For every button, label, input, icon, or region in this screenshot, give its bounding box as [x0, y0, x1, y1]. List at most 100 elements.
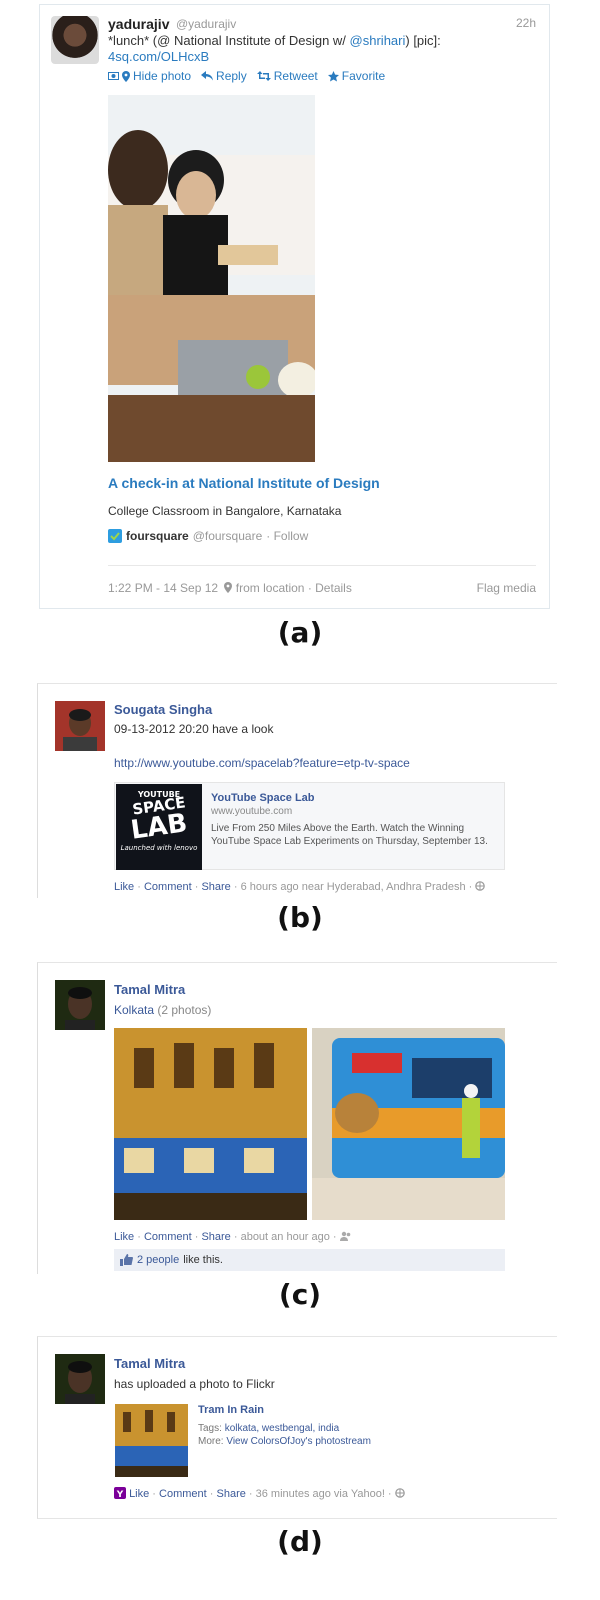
post-footer: Like · Comment · Share · 6 hours ago nea…	[114, 881, 486, 893]
checkin-title[interactable]: A check-in at National Institute of Desi…	[108, 475, 380, 491]
tags-links[interactable]: kolkata, westbengal, india	[225, 1423, 340, 1434]
location-link[interactable]: from location	[236, 581, 305, 595]
tweet-time[interactable]: 22h	[516, 16, 536, 30]
like-button[interactable]: Like	[129, 1488, 149, 1500]
album-photo-2[interactable]	[312, 1028, 505, 1220]
preview-domain: www.youtube.com	[211, 806, 293, 817]
retweet-icon	[256, 71, 271, 81]
tweet-text-part2: ) [pic]:	[405, 33, 441, 48]
building-tram-image	[114, 1028, 307, 1220]
tweet-photo[interactable]	[108, 95, 315, 462]
post-meta: · about an hour ago ·	[233, 1231, 337, 1243]
author-name[interactable]: Tamal Mitra	[114, 982, 185, 997]
reply-icon	[201, 71, 214, 81]
facebook-post-link: Sougata Singha 09-13-2012 20:20 have a l…	[37, 683, 557, 898]
details-link[interactable]: · Details	[308, 581, 352, 595]
comment-button[interactable]: Comment	[159, 1488, 207, 1500]
comment-button[interactable]: Comment	[144, 1231, 192, 1243]
preview-title[interactable]: YouTube Space Lab	[211, 792, 315, 804]
likes-text: like this.	[183, 1254, 223, 1266]
author-name[interactable]: Tamal Mitra	[114, 1356, 185, 1371]
author-name[interactable]: yadurajiv	[108, 16, 169, 32]
post-footer: Y Like · Comment · Share · 36 minutes ag…	[114, 1487, 405, 1500]
caption-d: (d)	[277, 1525, 323, 1558]
facebook-post-flickr: Tamal Mitra has uploaded a photo to Flic…	[37, 1336, 557, 1519]
comment-button[interactable]: Comment	[144, 881, 192, 893]
author-name[interactable]: Sougata Singha	[114, 702, 212, 717]
location-pin-icon	[122, 70, 130, 82]
preview-thumbnail[interactable]: YOUTUBE SPACE LAB Launched with lenovo	[116, 784, 202, 870]
album-count: (2 photos)	[157, 1003, 212, 1017]
author-avatar[interactable]	[55, 1354, 105, 1404]
link-preview[interactable]: YOUTUBE SPACE LAB Launched with lenovo Y…	[114, 782, 505, 870]
facebook-post-photos: Tamal Mitra Kolkata (2 photos) Like · Co…	[37, 962, 557, 1274]
album-line: Kolkata (2 photos)	[114, 1003, 211, 1017]
friends-icon	[339, 1231, 350, 1241]
share-button[interactable]: Share	[201, 1231, 230, 1243]
photostream-link[interactable]: View ColorsOfJoy's photostream	[226, 1436, 371, 1447]
avatar-image	[55, 701, 105, 751]
checkin-short-link[interactable]: 4sq.com/OLHcxB	[108, 49, 209, 64]
caption-a: (a)	[277, 616, 323, 649]
favorite-action[interactable]: Favorite	[327, 69, 386, 83]
flickr-photo-title[interactable]: Tram In Rain	[198, 1404, 264, 1416]
post-status: 09-13-2012 20:20 have a look	[114, 722, 274, 736]
mention-link[interactable]: @shrihari	[350, 33, 406, 48]
share-button[interactable]: Share	[201, 881, 230, 893]
location-pin-icon	[224, 582, 233, 593]
tweet-timestamp[interactable]: 1:22 PM - 14 Sep 12	[108, 581, 218, 595]
likes-people-link[interactable]: 2 people	[137, 1254, 179, 1266]
more-label: More:	[198, 1436, 224, 1447]
tweet-actions: Hide photo Reply Retweet Favorite	[108, 69, 385, 83]
post-footer: Like · Comment · Share · about an hour a…	[114, 1231, 352, 1243]
author-avatar[interactable]	[51, 16, 99, 64]
divider	[108, 565, 536, 566]
author-avatar[interactable]	[55, 701, 105, 751]
tweet-text-part1: *lunch* (@ National Institute of Design …	[108, 33, 350, 48]
avatar-image	[55, 1354, 105, 1404]
flickr-photo-thumbnail[interactable]	[115, 1404, 188, 1477]
album-link[interactable]: Kolkata	[114, 1003, 154, 1017]
foursquare-name[interactable]: foursquare	[126, 529, 189, 543]
globe-icon	[475, 881, 486, 891]
caption-c: (c)	[278, 1278, 322, 1311]
shared-url-link[interactable]: http://www.youtube.com/spacelab?feature=…	[114, 756, 410, 770]
follow-link[interactable]: · Follow	[266, 529, 308, 543]
yahoo-icon: Y	[114, 1487, 126, 1500]
post-meta: · 36 minutes ago via Yahoo! ·	[248, 1488, 392, 1500]
flickr-tags: Tags: kolkata, westbengal, india	[198, 1423, 339, 1434]
author-handle[interactable]: @yadurajiv	[176, 17, 236, 31]
thumbs-up-icon	[120, 1254, 133, 1266]
hide-photo-action[interactable]: Hide photo	[108, 69, 191, 83]
post-status: has uploaded a photo to Flickr	[114, 1377, 275, 1391]
foursquare-handle[interactable]: @foursquare	[193, 529, 263, 543]
foursquare-attribution: foursquare @foursquare · Follow	[108, 529, 308, 543]
preview-description: Live From 250 Miles Above the Earth. Wat…	[211, 823, 488, 847]
album-photo-1[interactable]	[114, 1028, 307, 1220]
retweet-action[interactable]: Retweet	[256, 69, 318, 83]
lunch-photo-image	[108, 95, 315, 462]
photo-icon	[108, 72, 119, 80]
checkin-subtitle: College Classroom in Bangalore, Karnatak…	[108, 504, 342, 518]
author-avatar[interactable]	[55, 980, 105, 1030]
tram-in-rain-image	[115, 1404, 188, 1477]
share-button[interactable]: Share	[217, 1488, 246, 1500]
reply-action[interactable]: Reply	[201, 69, 247, 83]
star-icon	[327, 70, 339, 81]
bus-image	[312, 1028, 505, 1220]
tags-label: Tags:	[198, 1423, 222, 1434]
flag-media-link[interactable]: Flag media	[477, 581, 536, 595]
tweet-card: yadurajiv @yadurajiv 22h *lunch* (@ Nati…	[39, 4, 550, 609]
hide-photo-label: Hide photo	[133, 69, 192, 83]
foursquare-check-icon	[108, 529, 122, 543]
globe-icon	[394, 1488, 405, 1498]
retweet-label: Retweet	[273, 69, 318, 83]
favorite-label: Favorite	[341, 69, 386, 83]
avatar-image	[55, 980, 105, 1030]
flickr-more: More: View ColorsOfJoy's photostream	[198, 1436, 371, 1447]
caption-b: (b)	[277, 901, 323, 934]
reply-label: Reply	[216, 69, 247, 83]
like-button[interactable]: Like	[114, 1231, 134, 1243]
svg-text:Y: Y	[116, 1490, 124, 1499]
like-button[interactable]: Like	[114, 881, 134, 893]
